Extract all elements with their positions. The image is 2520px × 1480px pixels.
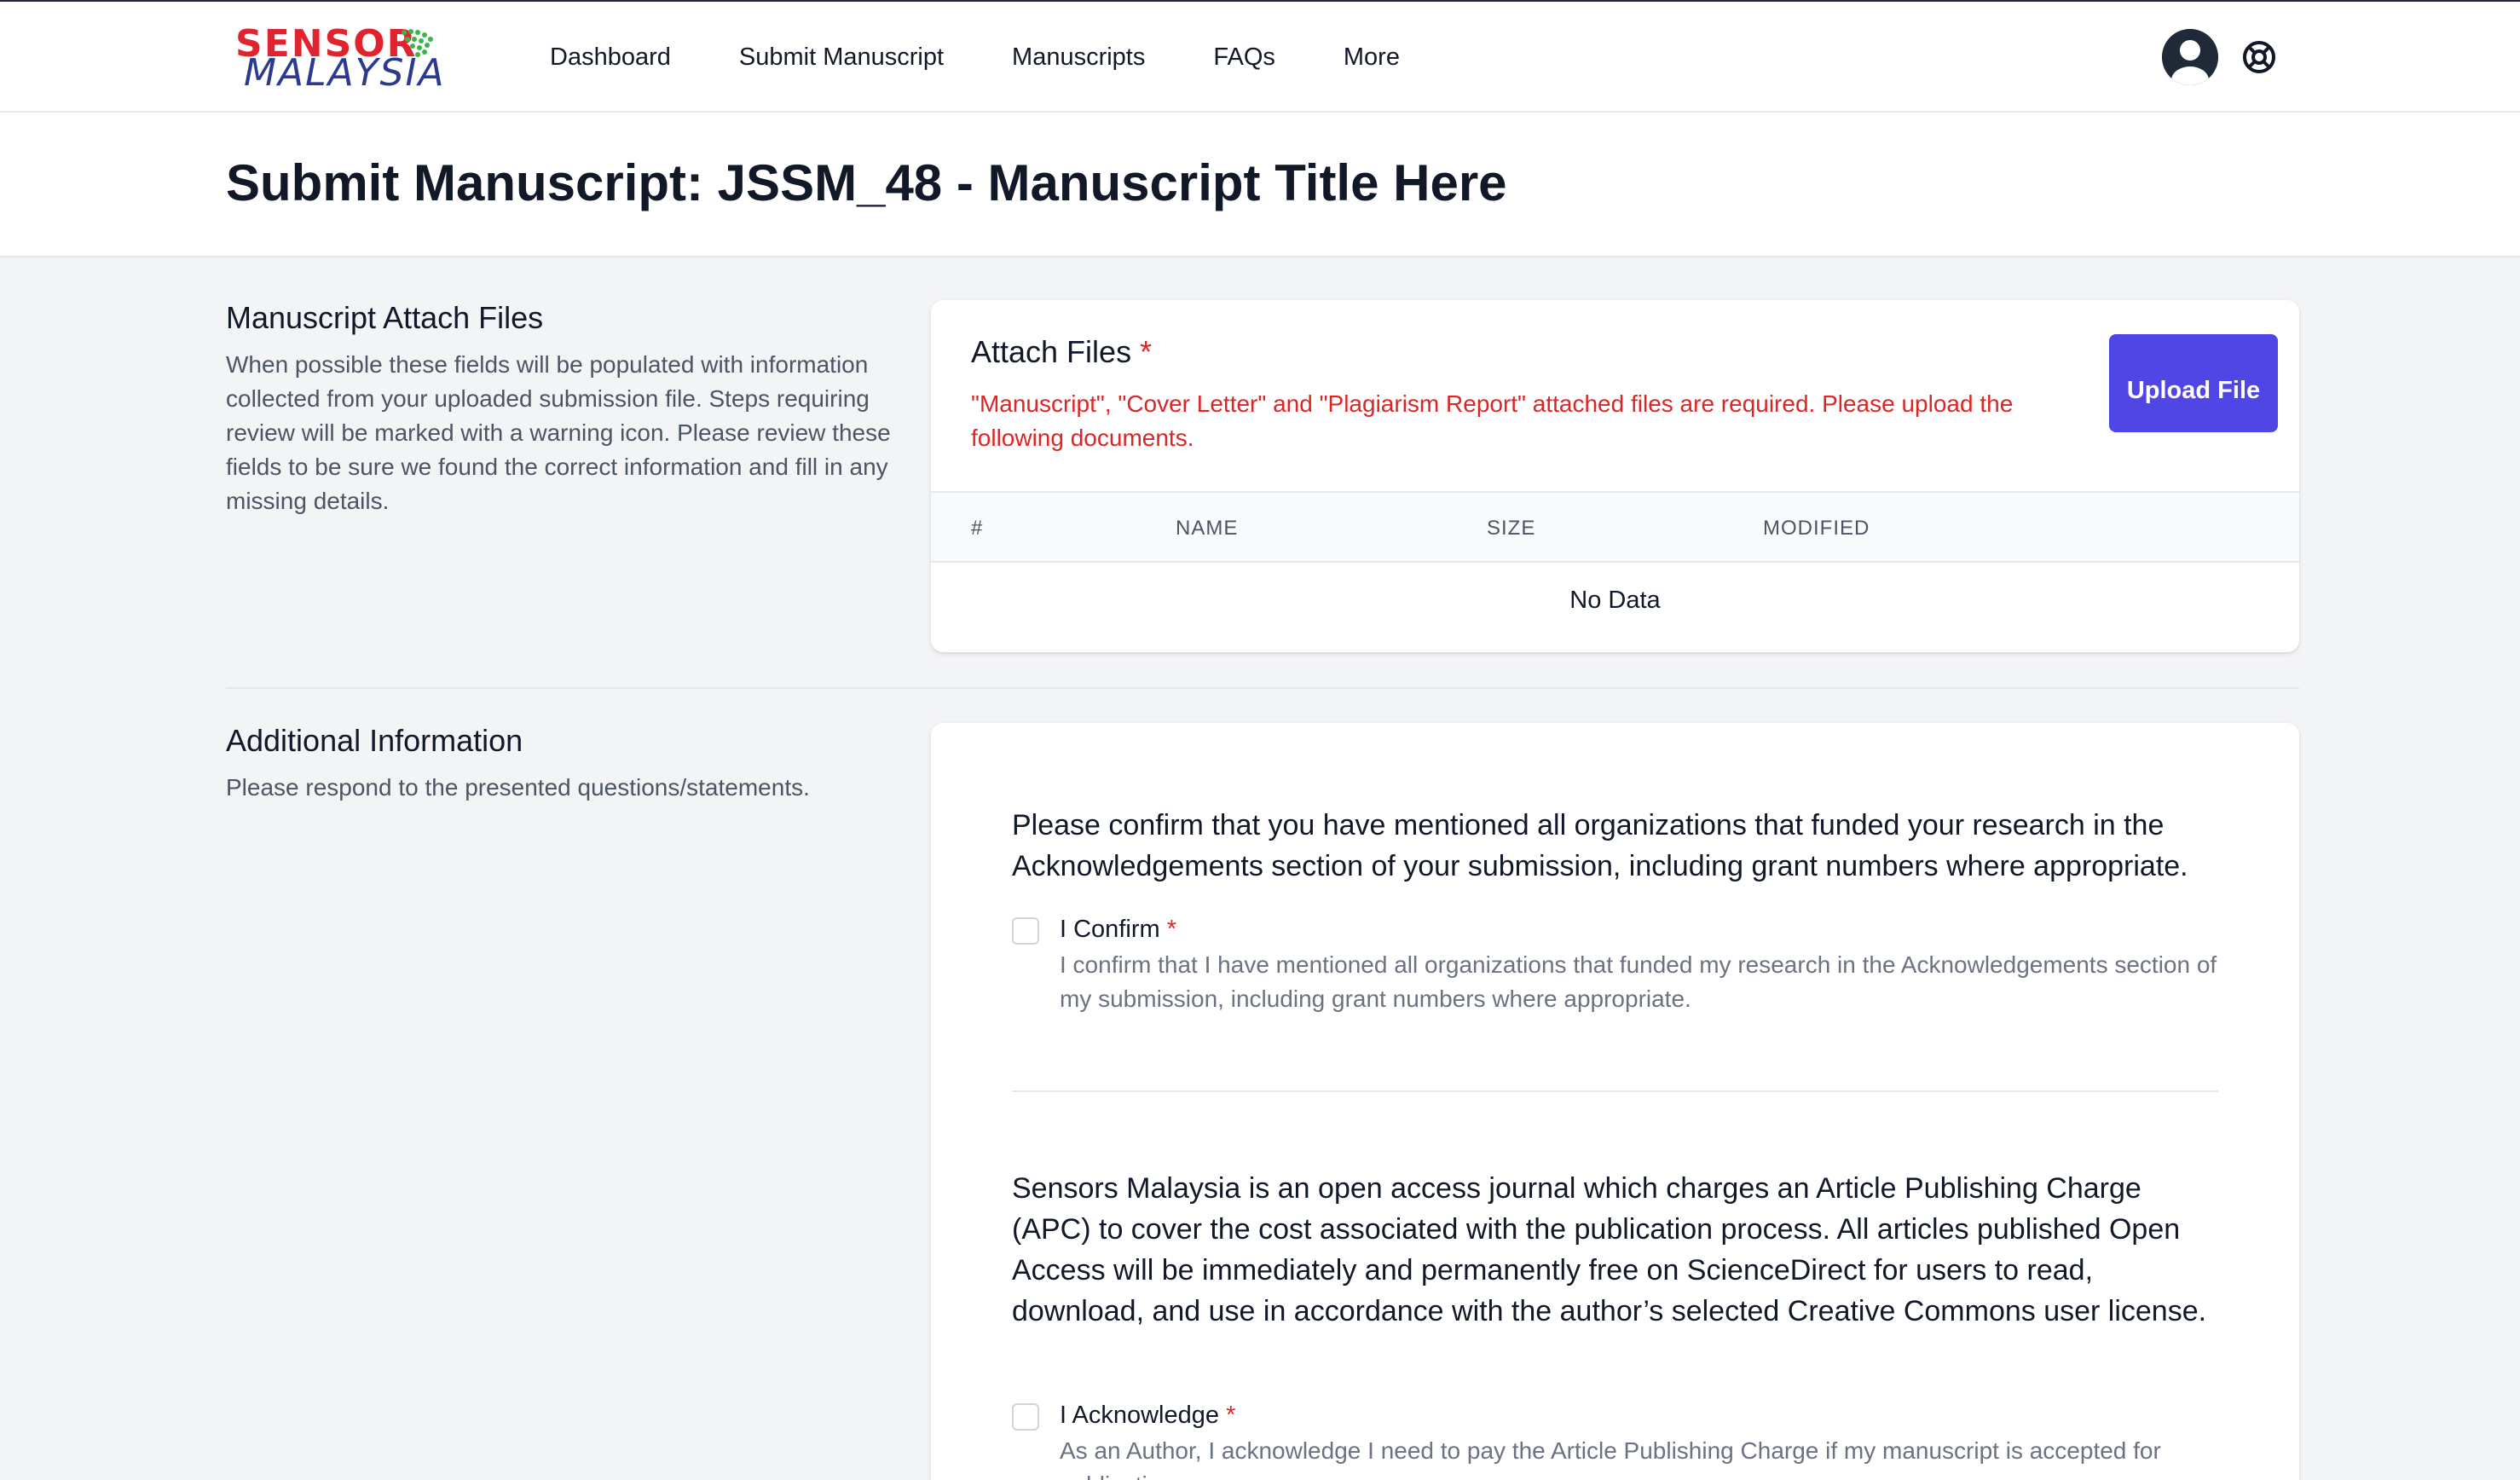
section-divider xyxy=(226,687,2299,689)
required-asterisk: * xyxy=(1140,334,1153,369)
attach-section-description: When possible these fields will be popul… xyxy=(226,351,891,514)
top-navigation: SENSOR MALAYSIA Dashboard Submit Manuscr… xyxy=(0,0,2520,113)
nav-submit-manuscript[interactable]: Submit Manuscript xyxy=(739,43,944,72)
page-title: Submit Manuscript: JSSM_48 - Manuscript … xyxy=(226,154,1507,211)
attach-files-heading: Attach Files * xyxy=(971,334,1152,370)
column-index: # xyxy=(971,517,984,540)
attach-files-card: Attach Files * "Manuscript", "Cover Lett… xyxy=(931,300,2299,652)
files-table-header: # NAME SIZE MODIFIED xyxy=(931,491,2299,563)
confirm-label-text: I Confirm xyxy=(1060,916,1160,943)
attach-section-title: Manuscript Attach Files xyxy=(226,300,544,335)
additional-section-title: Additional Information xyxy=(226,723,523,758)
page-header: Submit Manuscript: JSSM_48 - Manuscript … xyxy=(0,113,2520,257)
help-lifebuoy-icon[interactable] xyxy=(2241,39,2277,75)
acknowledge-label-text: I Acknowledge xyxy=(1060,1402,1220,1429)
apc-question-text: Sensors Malaysia is an open access journ… xyxy=(1012,1172,2207,1327)
additional-information-card: Please confirm that you have mentioned a… xyxy=(931,723,2299,1480)
column-name: NAME xyxy=(1176,517,1239,540)
upload-file-button[interactable]: Upload File xyxy=(2109,334,2278,432)
sensor-malaysia-logo[interactable]: SENSOR MALAYSIA xyxy=(232,24,444,94)
empty-table-message: No Data xyxy=(1569,587,1661,614)
user-avatar-icon[interactable] xyxy=(2162,29,2218,85)
confirm-checkbox[interactable] xyxy=(1012,917,1039,945)
nav-more[interactable]: More xyxy=(1344,43,1400,72)
required-asterisk: * xyxy=(1166,916,1176,943)
nav-manuscripts[interactable]: Manuscripts xyxy=(1012,43,1145,72)
additional-section-description: Please respond to the presented question… xyxy=(226,774,810,801)
acknowledge-checkbox[interactable] xyxy=(1012,1403,1039,1431)
confirm-label[interactable]: I Confirm * xyxy=(1060,916,1176,944)
acknowledge-description: As an Author, I acknowledge I need to pa… xyxy=(1060,1437,2161,1480)
signal-dots-icon xyxy=(402,29,433,57)
acknowledge-label[interactable]: I Acknowledge * xyxy=(1060,1402,1235,1430)
required-asterisk: * xyxy=(1226,1402,1236,1429)
funding-question-text: Please confirm that you have mentioned a… xyxy=(1012,809,2188,882)
column-size: SIZE xyxy=(1487,517,1536,540)
confirm-description: I confirm that I have mentioned all orga… xyxy=(1060,951,2217,1012)
column-modified: MODIFIED xyxy=(1763,517,1870,540)
nav-dashboard[interactable]: Dashboard xyxy=(550,43,671,72)
required-files-error: "Manuscript", "Cover Letter" and "Plagia… xyxy=(971,390,2014,451)
main-menu: Dashboard Submit Manuscript Manuscripts … xyxy=(550,2,1468,113)
nav-faqs[interactable]: FAQs xyxy=(1213,43,1275,72)
question-divider xyxy=(1012,1090,2218,1092)
attach-files-title: Attach Files xyxy=(971,334,1132,369)
